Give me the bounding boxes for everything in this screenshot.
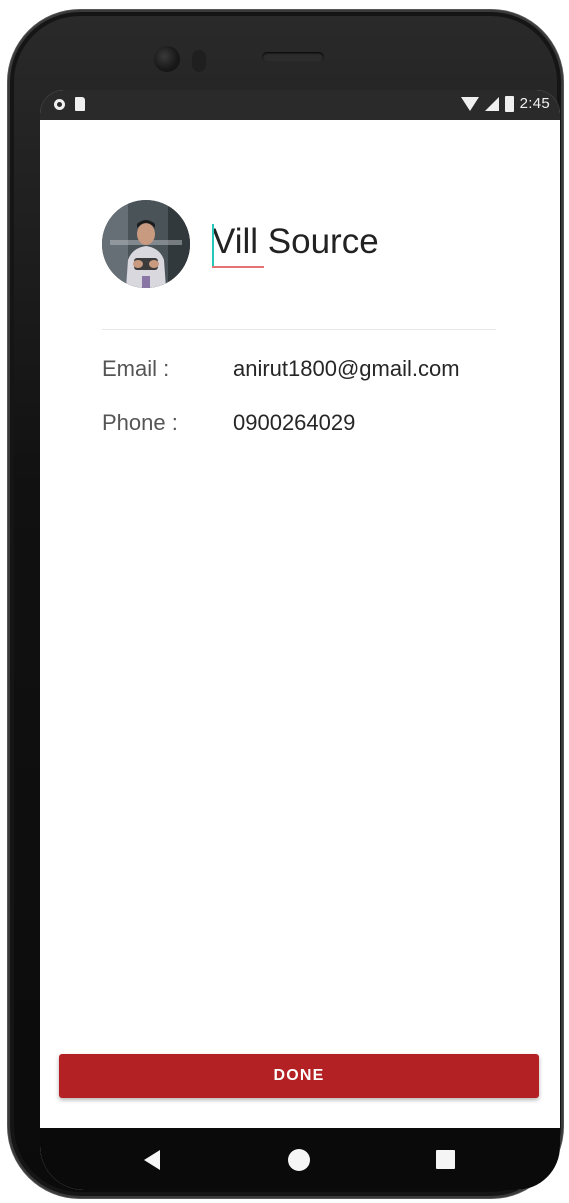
phone-value: 0900264029 <box>233 410 356 435</box>
status-time: 2:45 <box>519 95 550 112</box>
status-bar: 2:45 <box>40 90 560 120</box>
status-right-icons: 2:45 <box>460 95 550 112</box>
profile-name[interactable]: Vill Source <box>212 222 379 262</box>
phone-label: Phone : <box>102 410 178 435</box>
avatar <box>102 200 190 288</box>
back-icon[interactable] <box>144 1150 160 1170</box>
signal-icon <box>484 96 499 111</box>
user-avatar-photo-icon <box>102 200 190 288</box>
sync-icon <box>54 98 65 110</box>
email-label: Email : <box>102 356 170 381</box>
phone-frame: 2:45 Vill Source Email: anirut1800@gmai… <box>8 10 563 1198</box>
proximity-sensor <box>192 50 206 72</box>
text-cursor <box>212 224 214 268</box>
divider <box>102 329 496 330</box>
front-camera <box>154 46 180 72</box>
wifi-icon <box>460 96 479 111</box>
status-left-icons <box>54 97 85 111</box>
sd-card-icon <box>75 97 85 111</box>
spellcheck-underline <box>212 266 264 268</box>
profile-content: Vill Source Email : anirut1800@gmail.com… <box>40 120 560 1128</box>
earpiece-speaker <box>262 52 324 62</box>
recents-icon[interactable] <box>436 1150 455 1169</box>
home-icon[interactable] <box>288 1149 310 1171</box>
app-screen: 2:45 Vill Source Email: anirut1800@gmai… <box>40 90 560 1190</box>
navigation-bar <box>40 1128 560 1190</box>
battery-icon <box>504 95 514 112</box>
email-value: anirut1800@gmail.com <box>233 356 460 381</box>
done-button[interactable]: DONE <box>59 1054 539 1098</box>
